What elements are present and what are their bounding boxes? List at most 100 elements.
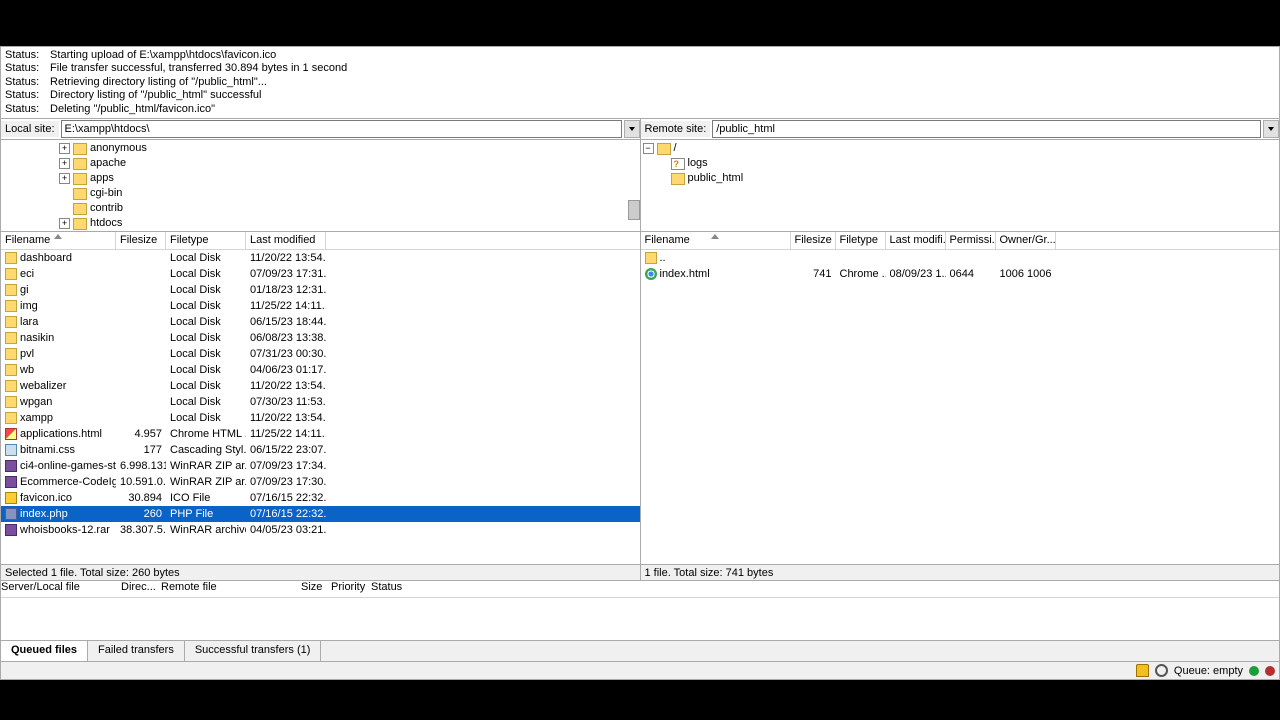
tree-item[interactable]: logs [643, 156, 1278, 171]
php-icon [5, 508, 17, 520]
remote-file-panel: FilenameFilesizeFiletypeLast modifi...Pe… [641, 232, 1280, 580]
column-header[interactable]: Filename [1, 232, 116, 249]
folder-icon [73, 143, 87, 155]
column-header[interactable]: Filetype [166, 232, 246, 249]
local-site-path-input[interactable] [61, 120, 622, 138]
gear-icon[interactable] [1155, 664, 1168, 677]
file-list-row[interactable]: pvlLocal Disk07/31/23 00:30... [1, 346, 640, 362]
column-header[interactable]: Filetype [836, 232, 886, 249]
remote-site-dropdown[interactable] [1263, 120, 1279, 138]
tree-item[interactable]: + htdocs [3, 216, 638, 231]
local-file-panel: FilenameFilesizeFiletypeLast modified da… [1, 232, 641, 580]
local-status-bar: Selected 1 file. Total size: 260 bytes [1, 564, 640, 580]
tree-item[interactable]: cgi-bin [3, 186, 638, 201]
tree-toggle[interactable]: + [59, 173, 70, 184]
file-list-row[interactable]: xamppLocal Disk11/20/22 13:54... [1, 410, 640, 426]
tree-item-label: htdocs [90, 216, 122, 231]
folder-icon [73, 203, 87, 215]
column-header[interactable]: Filename [641, 232, 791, 249]
file-list-row[interactable]: ci4-online-games-st...6.998.131WinRAR ZI… [1, 458, 640, 474]
folder-icon [5, 268, 17, 280]
message-log[interactable]: Status: Starting upload of E:\xampp\htdo… [1, 47, 1279, 119]
tree-item[interactable]: public_html [643, 171, 1278, 186]
folder-icon [5, 316, 17, 328]
filelist-row: FilenameFilesizeFiletypeLast modified da… [1, 232, 1279, 580]
tree-toggle[interactable]: + [59, 158, 70, 169]
remote-file-list[interactable]: ..index.html741Chrome ...08/09/23 1...06… [641, 250, 1280, 564]
archive-icon [5, 460, 17, 472]
folder-icon [5, 412, 17, 424]
file-list-row[interactable]: bitnami.css177Cascading Styl...06/15/22 … [1, 442, 640, 458]
local-site-dropdown[interactable] [624, 120, 640, 138]
tree-toggle[interactable]: + [59, 143, 70, 154]
folder-icon [5, 348, 17, 360]
column-header[interactable]: Filesize [791, 232, 836, 249]
file-list-row[interactable]: .. [641, 250, 1280, 266]
ico-icon [5, 492, 17, 504]
activity-led-download [1249, 666, 1259, 676]
folder-icon [5, 332, 17, 344]
folder-icon [671, 173, 685, 185]
column-header[interactable]: Size [301, 581, 331, 597]
chrome-icon [645, 268, 657, 280]
folder-icon [657, 143, 671, 155]
tree-toggle[interactable]: − [643, 143, 654, 154]
folder-icon [73, 173, 87, 185]
column-header[interactable]: Status [371, 581, 411, 597]
tree-item[interactable]: −/ [643, 141, 1278, 156]
tab-queued-files[interactable]: Queued files [1, 641, 88, 661]
column-header[interactable]: Priority [331, 581, 371, 597]
file-list-row[interactable]: nasikinLocal Disk06/08/23 13:38... [1, 330, 640, 346]
log-line: Status: Deleting "/public_html/favicon.i… [5, 103, 1275, 116]
column-header[interactable]: Last modifi... [886, 232, 946, 249]
tree-item[interactable]: contrib [3, 201, 638, 216]
tree-toggle[interactable]: + [59, 218, 70, 229]
column-header[interactable]: Remote file [161, 581, 301, 597]
file-list-row[interactable]: Ecommerce-CodeIg...10.591.0...WinRAR ZIP… [1, 474, 640, 490]
tree-item[interactable]: + apache [3, 156, 638, 171]
remote-site-path-input[interactable] [712, 120, 1261, 138]
file-list-row[interactable]: wpganLocal Disk07/30/23 11:53... [1, 394, 640, 410]
archive-icon [5, 476, 17, 488]
local-file-list[interactable]: dashboardLocal Disk11/20/22 13:54...eciL… [1, 250, 640, 564]
file-list-row[interactable]: index.html741Chrome ...08/09/23 1...0644… [641, 266, 1280, 282]
folder-icon [5, 396, 17, 408]
tree-item[interactable]: +anonymous [3, 141, 638, 156]
activity-led-upload [1265, 666, 1275, 676]
tree-item-label: apache [90, 156, 126, 171]
file-list-row[interactable]: whoisbooks-12.rar38.307.5...WinRAR archi… [1, 522, 640, 538]
folder-icon [5, 300, 17, 312]
transfer-tabs: Queued files Failed transfers Successful… [1, 640, 1279, 661]
file-list-row[interactable]: dashboardLocal Disk11/20/22 13:54... [1, 250, 640, 266]
column-header[interactable]: Direc... [121, 581, 161, 597]
log-line: Status: Directory listing of "/public_ht… [5, 89, 1275, 102]
scrollbar-handle[interactable] [628, 200, 640, 220]
column-header[interactable]: Filesize [116, 232, 166, 249]
column-header[interactable]: Last modified [246, 232, 326, 249]
file-list-row[interactable]: eciLocal Disk07/09/23 17:31... [1, 266, 640, 282]
tab-failed-transfers[interactable]: Failed transfers [88, 641, 185, 661]
file-list-row[interactable]: giLocal Disk01/18/23 12:31... [1, 282, 640, 298]
tree-item-label: public_html [688, 171, 744, 186]
file-list-row[interactable]: webalizerLocal Disk11/20/22 13:54... [1, 378, 640, 394]
remote-site-label: Remote site: [641, 121, 711, 137]
file-list-row[interactable]: wbLocal Disk04/06/23 01:17... [1, 362, 640, 378]
directory-tree-row: +anonymous+apache+appscgi-bincontrib+htd… [1, 140, 1279, 232]
lock-icon[interactable] [1136, 664, 1149, 677]
remote-directory-tree[interactable]: −/logspublic_html [641, 140, 1280, 231]
column-header[interactable]: Permissi... [946, 232, 996, 249]
tree-item-label: / [674, 141, 677, 156]
file-list-row[interactable]: favicon.ico30.894ICO File07/16/15 22:32.… [1, 490, 640, 506]
tree-item[interactable]: +apps [3, 171, 638, 186]
file-list-row[interactable]: applications.html4.957Chrome HTML ...11/… [1, 426, 640, 442]
file-list-row[interactable]: index.php260PHP File07/16/15 22:32... [1, 506, 640, 522]
ftp-client-window: Status: Starting upload of E:\xampp\htdo… [0, 46, 1280, 680]
local-directory-tree[interactable]: +anonymous+apache+appscgi-bincontrib+htd… [1, 140, 641, 231]
tab-successful-transfers[interactable]: Successful transfers (1) [185, 641, 322, 661]
column-header[interactable]: Owner/Gr... [996, 232, 1056, 249]
file-list-row[interactable]: laraLocal Disk06/15/23 18:44... [1, 314, 640, 330]
file-list-row[interactable]: imgLocal Disk11/25/22 14:11... [1, 298, 640, 314]
column-header[interactable]: Server/Local file [1, 581, 121, 597]
log-line: Status: Starting upload of E:\xampp\htdo… [5, 49, 1275, 62]
queue-body[interactable] [1, 598, 1279, 640]
